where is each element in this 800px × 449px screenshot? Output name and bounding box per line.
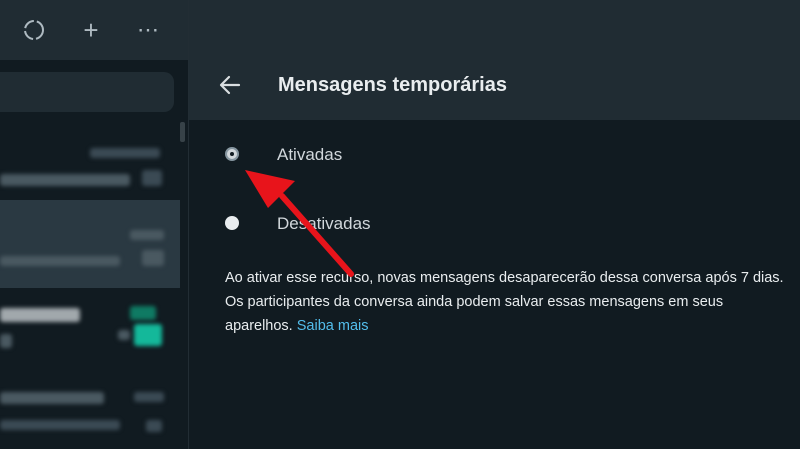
option-enabled[interactable]: Ativadas (189, 132, 800, 176)
disappearing-messages-panel: Mensagens temporárias Ativadas Desativad… (189, 0, 800, 449)
scrollbar[interactable] (180, 122, 185, 142)
blurred-timestamp (134, 392, 164, 402)
new-chat-icon[interactable]: + (75, 14, 107, 46)
option-disabled[interactable]: Desativadas (189, 201, 800, 245)
blurred-badge (142, 170, 162, 186)
chat-list-item[interactable] (0, 120, 180, 208)
radio-unchecked-icon[interactable] (225, 216, 239, 230)
blurred-preview (0, 334, 12, 348)
blurred-preview (0, 174, 130, 186)
page-title: Mensagens temporárias (278, 74, 507, 96)
blurred-timestamp (130, 230, 164, 240)
blurred-icon (118, 330, 130, 340)
blurred-badge (146, 420, 162, 432)
blurred-unread-badge (134, 324, 162, 346)
status-icon[interactable] (18, 14, 50, 46)
menu-icon[interactable]: ⋯ (132, 14, 164, 46)
blurred-name (0, 392, 104, 404)
blurred-timestamp (90, 148, 160, 158)
status-ring-icon (24, 20, 44, 40)
chat-list-pane: + ⋯ (0, 0, 189, 449)
blurred-avatar (130, 306, 156, 320)
radio-checked-icon[interactable] (225, 147, 239, 161)
learn-more-link[interactable]: Saiba mais (297, 318, 369, 334)
blurred-badge (142, 250, 164, 266)
chat-list-item[interactable] (0, 290, 180, 378)
search-input[interactable] (0, 72, 174, 112)
chat-list-item-selected[interactable] (0, 200, 180, 288)
option-label: Ativadas (277, 145, 343, 164)
description-text: Ao ativar esse recurso, novas mensagens … (225, 266, 785, 338)
chat-list-item[interactable] (0, 380, 180, 449)
chat-list-header: + ⋯ (0, 0, 188, 60)
blurred-preview (0, 420, 120, 430)
blurred-preview (0, 256, 120, 266)
arrow-left-icon[interactable] (217, 72, 243, 98)
option-label: Desativadas (277, 214, 371, 233)
blurred-name (0, 308, 80, 322)
panel-header: Mensagens temporárias (189, 0, 800, 120)
